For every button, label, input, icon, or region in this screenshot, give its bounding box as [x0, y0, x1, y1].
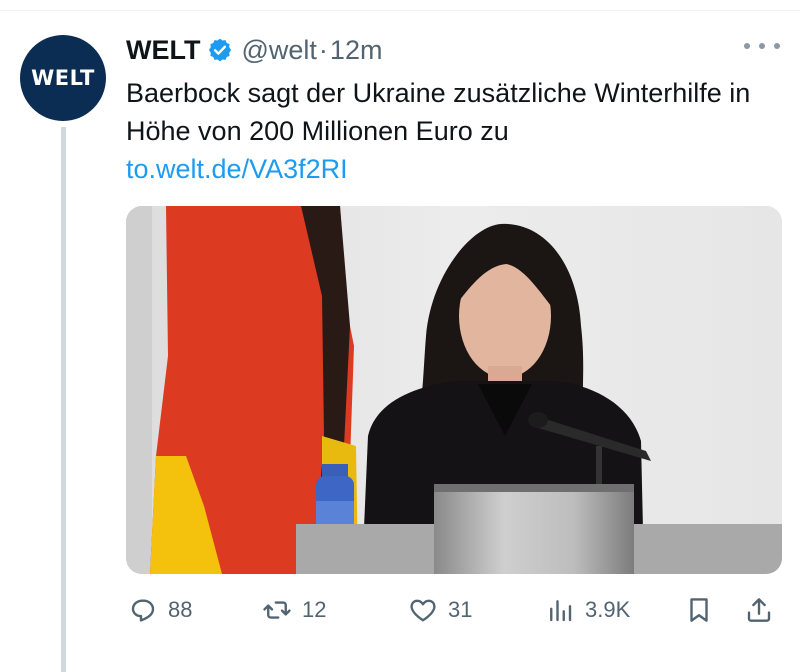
like-button[interactable]: 31	[408, 590, 472, 630]
avatar[interactable]: WELT	[20, 35, 106, 121]
photo-illustration	[126, 206, 782, 574]
retweet-count: 12	[302, 597, 327, 622]
share-button[interactable]	[744, 590, 774, 630]
tweet-text: Baerbock sagt der Ukraine zusätzliche Wi…	[126, 78, 751, 146]
top-divider	[0, 10, 800, 11]
tweet-link[interactable]: to.welt.de/VA3f2RI	[126, 150, 348, 188]
author-handle[interactable]: @welt	[241, 35, 316, 66]
reply-count: 88	[168, 597, 193, 622]
like-count: 31	[448, 597, 473, 622]
share-icon	[747, 598, 771, 622]
heart-icon	[410, 599, 436, 622]
more-options-icon[interactable]	[744, 38, 780, 54]
tweet-photo[interactable]	[126, 206, 782, 574]
avatar-logo-text: WELT	[31, 66, 95, 90]
reply-button[interactable]: 88	[128, 590, 192, 630]
timestamp[interactable]: 12m	[330, 35, 383, 66]
bookmark-icon	[690, 598, 708, 622]
tweet-header: WELT @welt · 12m	[126, 30, 382, 70]
bookmark-button[interactable]	[684, 590, 714, 630]
reply-icon	[131, 599, 155, 622]
author-name[interactable]: WELT	[126, 35, 200, 66]
views-chart-icon	[550, 600, 572, 622]
action-bar: 88 12 31 3.9K	[0, 590, 800, 630]
retweet-button[interactable]: 12	[262, 590, 326, 630]
verified-badge-icon	[209, 38, 232, 62]
views-count: 3.9K	[585, 597, 631, 622]
views-button[interactable]: 3.9K	[545, 590, 630, 630]
retweet-icon	[263, 601, 291, 619]
separator-dot: ·	[318, 34, 328, 65]
